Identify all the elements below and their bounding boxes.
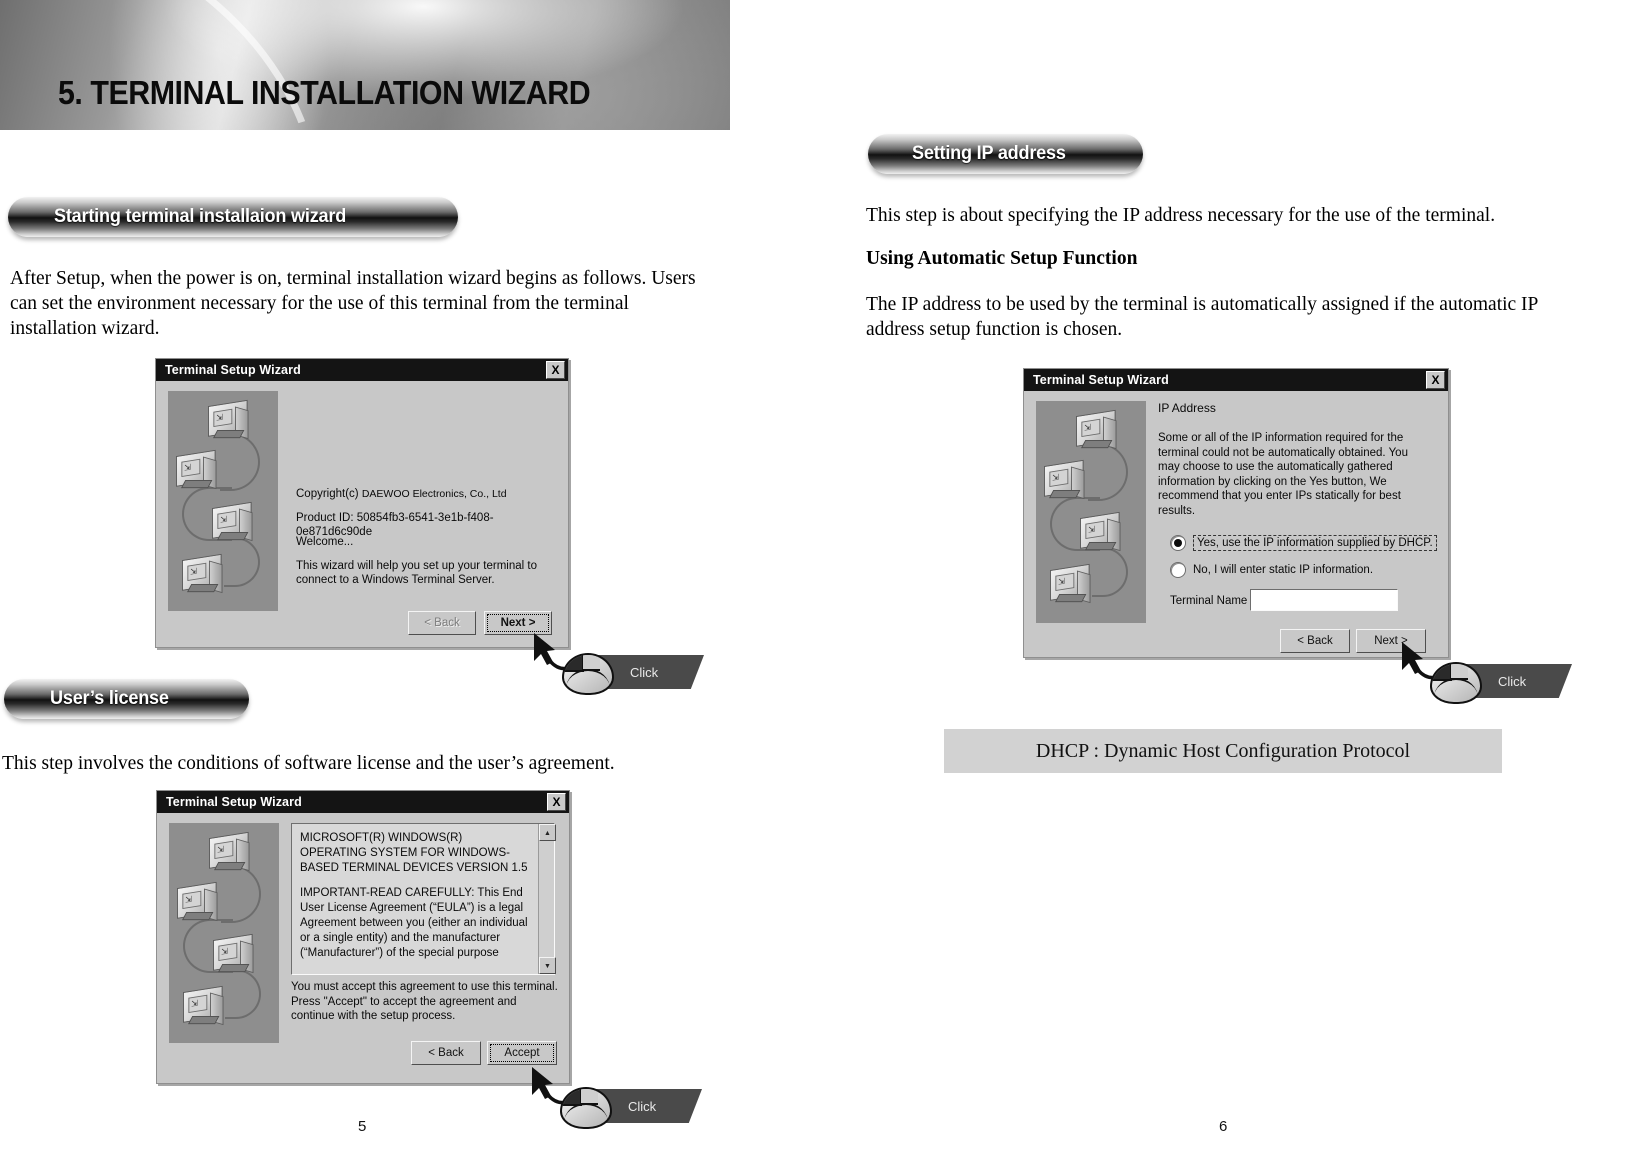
dhcp-note-box: DHCP : Dynamic Host Configuration Protoc… — [944, 729, 1502, 773]
section-tag-label: Setting IP address — [912, 143, 1066, 164]
chapter-banner: 5. TERMINAL INSTALLATION WIZARD — [0, 0, 730, 130]
radio-label-dhcp: Yes, use the IP information supplied by … — [1193, 535, 1437, 551]
ip-address-heading: IP Address — [1158, 401, 1216, 415]
eula-scroll-box[interactable]: MICROSOFT(R) WINDOWS(R) OPERATING SYSTEM… — [291, 823, 556, 975]
wizard-description: This wizard will help you set up your te… — [296, 560, 537, 586]
page-number-right: 6 — [1219, 1118, 1228, 1135]
dialog-body: ⇲ ⇲ ⇲ ⇲ MICROSOFT(R) WINDOWS(R) OPERATIN… — [157, 813, 569, 1083]
accept-button-label: Accept — [504, 1047, 540, 1059]
back-button-label: < Back — [1297, 635, 1333, 647]
license-paragraph: This step involves the conditions of sof… — [2, 753, 615, 774]
scroll-down-icon[interactable]: ▼ — [539, 957, 556, 974]
page-number-left: 5 — [358, 1118, 367, 1135]
network-illustration: ⇲ ⇲ ⇲ ⇲ — [168, 391, 278, 611]
radio-label-static: No, I will enter static IP information. — [1193, 564, 1374, 576]
terminal-name-label: Terminal Name — [1170, 595, 1248, 607]
eula-paragraph-1: MICROSOFT(R) WINDOWS(R) OPERATING SYSTEM… — [300, 832, 528, 874]
copyright-line: Copyright(c) DAEWOO Electronics, Co., Lt… — [296, 487, 556, 501]
dialog-title-bar: Terminal Setup Wizard X — [156, 359, 568, 381]
section-tag-setting-ip-address: Setting IP address — [868, 134, 1151, 181]
radio-option-static[interactable]: No, I will enter static IP information. — [1170, 562, 1373, 578]
left-page: 5. TERMINAL INSTALLATION WIZARD Starting… — [0, 0, 815, 1176]
ip-body-paragraph: The IP address to be used by the termina… — [866, 294, 1538, 340]
dialog-body: ⇲ ⇲ ⇲ ⇲ Copyright(c) DAEWOO Electronics,… — [156, 381, 568, 647]
section-tag-users-license: User’s license — [4, 679, 257, 726]
terminal-setup-wizard-license-dialog: Terminal Setup Wizard X ⇲ ⇲ ⇲ ⇲ MICROSOF… — [156, 790, 570, 1084]
terminal-setup-wizard-welcome-dialog: Terminal Setup Wizard X ⇲ ⇲ ⇲ ⇲ Copyrigh… — [155, 358, 569, 648]
dialog-title-bar: Terminal Setup Wizard X — [1024, 369, 1448, 391]
back-button-label: < Back — [428, 1047, 464, 1059]
dialog-body: ⇲ ⇲ ⇲ ⇲ IP Address Some or all of the IP… — [1024, 391, 1448, 657]
section-tag-starting-wizard: Starting terminal installaion wizard — [8, 197, 466, 244]
ip-subheading: Using Automatic Setup Function — [866, 248, 1138, 269]
section-tag-label: User’s license — [50, 688, 169, 709]
dialog-title: Terminal Setup Wizard — [166, 795, 302, 809]
section-tag-label: Starting terminal installaion wizard — [54, 206, 347, 227]
dialog-title-bar: Terminal Setup Wizard X — [157, 791, 569, 813]
eula-paragraph-2: IMPORTANT-READ CAREFULLY: This End User … — [300, 887, 528, 959]
close-icon[interactable]: X — [1426, 371, 1445, 389]
accept-note: You must accept this agreement to use th… — [291, 981, 558, 1022]
accept-button[interactable]: Accept — [487, 1041, 557, 1065]
dialog-title: Terminal Setup Wizard — [1033, 373, 1169, 387]
dialog-title: Terminal Setup Wizard — [165, 363, 301, 377]
eula-scrollbar[interactable]: ▲ ▼ — [538, 824, 556, 974]
mouse-icon — [1430, 662, 1482, 704]
back-button[interactable]: < Back — [1280, 629, 1350, 653]
radio-icon-unselected[interactable] — [1170, 562, 1186, 578]
radio-icon-selected[interactable] — [1170, 535, 1186, 551]
back-button[interactable]: < Back — [411, 1041, 481, 1065]
click-label: Click — [1498, 673, 1527, 689]
back-button[interactable]: < Back — [408, 611, 476, 635]
dhcp-note-text: DHCP : Dynamic Host Configuration Protoc… — [1035, 739, 1411, 762]
ip-address-description: Some or all of the IP information requir… — [1158, 432, 1408, 517]
intro-paragraph: After Setup, when the power is on, termi… — [10, 268, 696, 339]
welcome-text: Welcome... — [296, 536, 354, 548]
mouse-icon — [560, 1087, 612, 1129]
click-label: Click — [630, 664, 659, 680]
network-illustration: ⇲ ⇲ ⇲ ⇲ — [1036, 401, 1146, 623]
ip-intro-paragraph: This step is about specifying the IP add… — [866, 205, 1496, 226]
copyright-company: DAEWOO Electronics, Co., Ltd — [361, 488, 507, 500]
mouse-icon — [562, 653, 614, 695]
close-icon[interactable]: X — [546, 361, 565, 379]
terminal-setup-wizard-ip-dialog: Terminal Setup Wizard X ⇲ ⇲ ⇲ ⇲ IP Addre… — [1023, 368, 1449, 658]
close-icon[interactable]: X — [547, 793, 566, 811]
scroll-up-icon[interactable]: ▲ — [539, 824, 556, 841]
chapter-title: 5. TERMINAL INSTALLATION WIZARD — [58, 74, 591, 111]
copyright-prefix: Copyright(c) — [296, 488, 359, 500]
click-label: Click — [628, 1098, 657, 1114]
network-illustration: ⇲ ⇲ ⇲ ⇲ — [169, 823, 279, 1043]
radio-option-dhcp[interactable]: Yes, use the IP information supplied by … — [1170, 535, 1437, 551]
terminal-name-input[interactable] — [1250, 589, 1398, 611]
